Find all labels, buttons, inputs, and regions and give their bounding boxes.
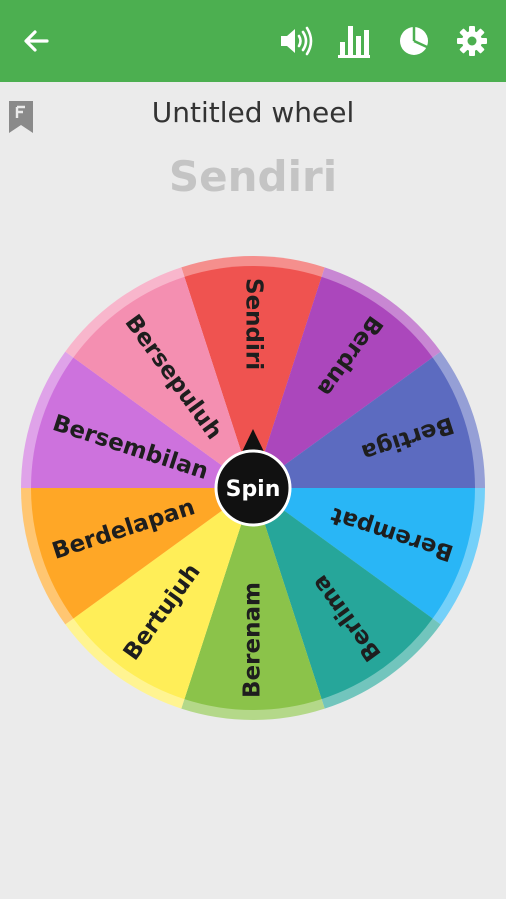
arrow-left-icon: [24, 30, 49, 52]
settings-button[interactable]: [452, 0, 492, 82]
app-bar: [0, 0, 506, 82]
pie-button[interactable]: [394, 0, 434, 82]
segment-label-1: Sendiri: [241, 278, 267, 370]
result-text: Sendiri: [168, 152, 338, 201]
spin-wheel[interactable]: Sendiri BerduaBertigaBerempatBerlimaBeren…: [0, 230, 506, 730]
spin-label: Spin: [226, 477, 281, 502]
bar-chart-icon: [338, 26, 370, 58]
sound-button[interactable]: [276, 0, 316, 82]
gear-icon: [457, 26, 487, 56]
pie-chart-icon: [400, 27, 428, 55]
stats-button[interactable]: [334, 0, 374, 82]
volume-icon: [281, 26, 313, 56]
segment-label-6: Berenam: [240, 582, 266, 698]
back-button[interactable]: [16, 0, 56, 82]
wheel-title[interactable]: Untitled wheel: [0, 96, 506, 129]
